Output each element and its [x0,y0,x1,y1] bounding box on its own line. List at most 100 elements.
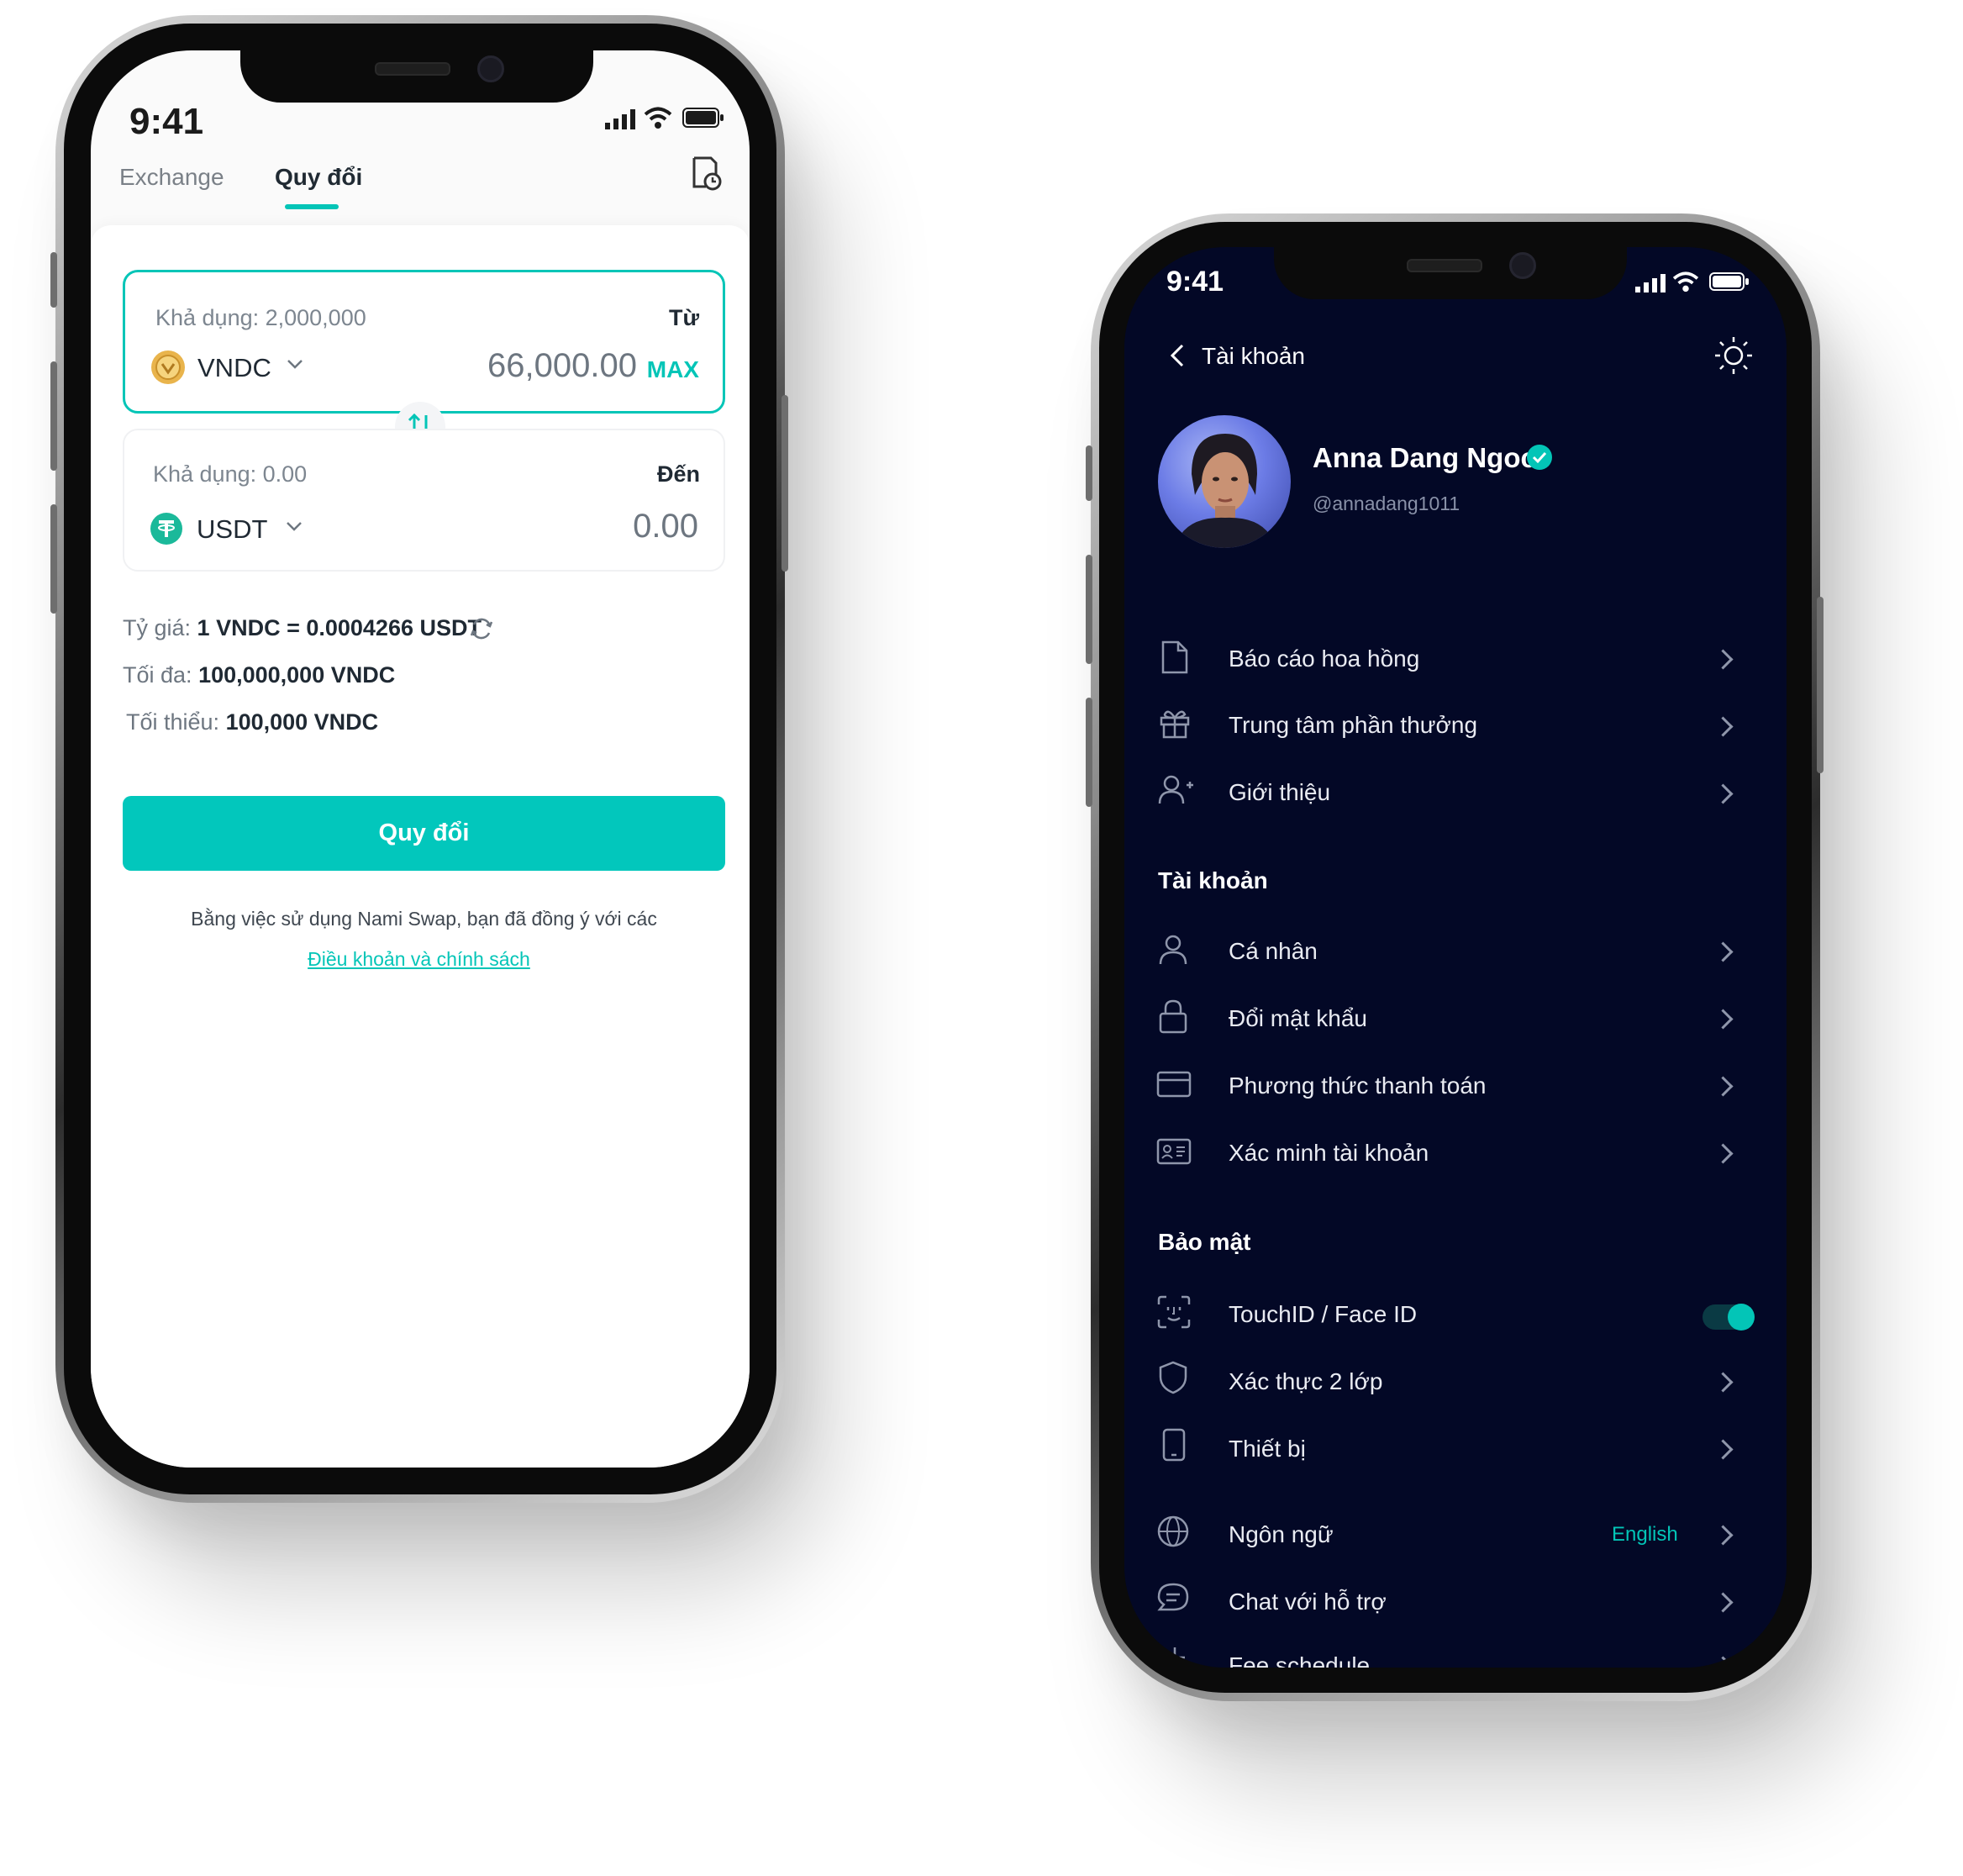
right-phone-volume-up [1086,555,1092,664]
rate-value: 1 VNDC = 0.0004266 USDT [197,615,482,640]
chevron-right-icon [1713,1372,1734,1393]
menu-item-rewards-center[interactable]: Trung tâm phần thưởng [1124,701,1787,755]
gift-icon [1160,710,1190,739]
menu-item-change-password[interactable]: Đổi mật khẩu [1124,997,1787,1051]
to-coin-chevron-down-icon[interactable] [286,520,303,536]
terms-link[interactable]: Điều khoản và chính sách [123,948,715,971]
document-icon [1161,640,1188,674]
chevron-right-icon [1713,783,1734,804]
min-limit-line: Tối thiểu: 100,000 VNDC [126,709,378,735]
right-phone-bezel: 9:41 Tài khoản Anna Dang Ngoc @annadang1… [1099,222,1812,1693]
battery-icon [682,108,724,132]
menu-item-language[interactable]: Ngôn ngữ English [1124,1511,1787,1565]
menu-item-payment-method[interactable]: Phương thức thanh toán [1124,1064,1787,1118]
from-available: Khả dụng: 2,000,000 [155,305,366,330]
menu-item-label: Thiết bị [1229,1436,1306,1462]
lock-icon [1159,999,1187,1034]
from-card[interactable]: Khả dụng: 2,000,000 Từ VNDC 66,000.00 MA… [123,270,725,414]
chevron-right-icon [1713,1439,1734,1460]
signal-icon [605,109,637,134]
menu-item-label: Xác thực 2 lớp [1229,1368,1383,1394]
menu-item-commission-report[interactable]: Báo cáo hoa hồng [1124,634,1787,688]
max-limit-line: Tối đa: 100,000,000 VNDC [123,662,395,688]
back-arrow-icon[interactable] [1168,343,1187,372]
menu-item-fee-schedule[interactable]: Fee schedule [1124,1646,1787,1668]
from-coin-chevron-down-icon[interactable] [287,358,303,374]
to-coin-name[interactable]: USDT [197,514,267,545]
left-phone-volume-up [50,361,57,471]
right-phone-volume-down [1086,698,1092,807]
tab-quy-doi[interactable]: Quy đổi [275,164,362,191]
menu-item-label: Đổi mật khẩu [1229,1005,1367,1031]
from-coin-name[interactable]: VNDC [197,353,271,383]
right-phone-silent-switch [1086,445,1092,501]
card-icon [1156,1071,1192,1098]
user-icon [1159,935,1187,965]
max-button[interactable]: MAX [647,356,699,383]
chevron-right-icon [1713,941,1734,962]
refresh-rate-icon[interactable] [469,616,494,646]
left-phone-camera [477,55,504,82]
chevron-right-icon [1713,716,1734,737]
menu-item-account-verification[interactable]: Xác minh tài khoản [1124,1131,1787,1185]
right-phone-speaker [1407,259,1482,272]
menu-item-label: Giới thiệu [1229,779,1331,805]
tab-exchange[interactable]: Exchange [119,164,224,191]
avatar[interactable] [1158,415,1291,548]
menu-item-label: Ngôn ngữ [1229,1521,1334,1547]
rate-line: Tỷ giá: 1 VNDC = 0.0004266 USDT [123,615,482,641]
to-card[interactable]: Khả dụng: 0.00 Đến USDT 0.00 [123,429,725,572]
chevron-right-icon [1713,1592,1734,1613]
header-title: Tài khoản [1202,343,1305,369]
active-tab-indicator [285,204,339,209]
usdt-coin-icon [150,512,183,550]
theme-sun-icon[interactable] [1713,335,1755,381]
profile-handle: @annadang1011 [1313,493,1460,514]
from-direction-label: Từ [668,305,699,330]
left-phone-volume-down [50,504,57,614]
chat-icon [1157,1583,1189,1611]
shield-icon [1159,1361,1187,1394]
menu-item-label: Cá nhân [1229,938,1318,964]
to-available: Khả dụng: 0.00 [153,461,308,487]
to-amount[interactable]: 0.00 [633,508,698,545]
min-limit-label: Tối thiểu: [126,709,220,735]
toggle-knob [1728,1304,1755,1331]
right-phone-screen: 9:41 Tài khoản Anna Dang Ngoc @annadang1… [1124,247,1787,1668]
to-direction-label: Đến [656,461,700,487]
vndc-coin-icon [150,350,186,389]
rate-label: Tỷ giá: [123,615,192,640]
verified-check-icon [1526,444,1553,475]
face-id-toggle[interactable] [1702,1304,1755,1331]
menu-item-label: Trung tâm phần thưởng [1229,712,1478,738]
device-icon [1162,1428,1186,1462]
profile-name: Anna Dang Ngoc [1313,442,1536,473]
menu-item-label: TouchID / Face ID [1229,1301,1418,1327]
menu-item-referral[interactable]: Giới thiệu [1124,768,1787,822]
plus-icon [1165,1647,1185,1668]
menu-item-personal[interactable]: Cá nhân [1124,930,1787,983]
left-phone-speaker [375,62,450,76]
menu-item-support-chat[interactable]: Chat với hỗ trợ [1124,1578,1787,1632]
menu-item-label: Phương thức thanh toán [1229,1072,1487,1099]
chevron-right-icon [1713,1076,1734,1097]
terms-text: Bằng việc sử dụng Nami Swap, bạn đã đồng… [191,908,657,930]
chevron-right-icon [1713,1656,1734,1668]
left-phone-power-button [782,395,788,572]
history-icon[interactable] [689,155,723,196]
menu-item-label: Báo cáo hoa hồng [1229,646,1420,672]
menu-item-face-id[interactable]: TouchID / Face ID [1124,1291,1787,1345]
from-amount[interactable]: 66,000.00 [487,347,637,385]
menu-item-label: Chat với hỗ trợ [1229,1589,1387,1615]
right-phone-notch [1274,247,1627,299]
wifi-icon [1672,271,1699,297]
face-id-icon [1157,1295,1191,1329]
battery-icon [1709,272,1750,295]
menu-item-devices[interactable]: Thiết bị [1124,1425,1787,1479]
user-plus-icon [1158,775,1193,804]
swap-submit-button[interactable]: Quy đổi [123,796,725,871]
min-limit-value: 100,000 VNDC [225,709,379,735]
account-screen: 9:41 Tài khoản Anna Dang Ngoc @annadang1… [1124,247,1787,1668]
menu-item-two-factor[interactable]: Xác thực 2 lớp [1124,1358,1787,1412]
section-title-security: Bảo mật [1158,1229,1251,1255]
